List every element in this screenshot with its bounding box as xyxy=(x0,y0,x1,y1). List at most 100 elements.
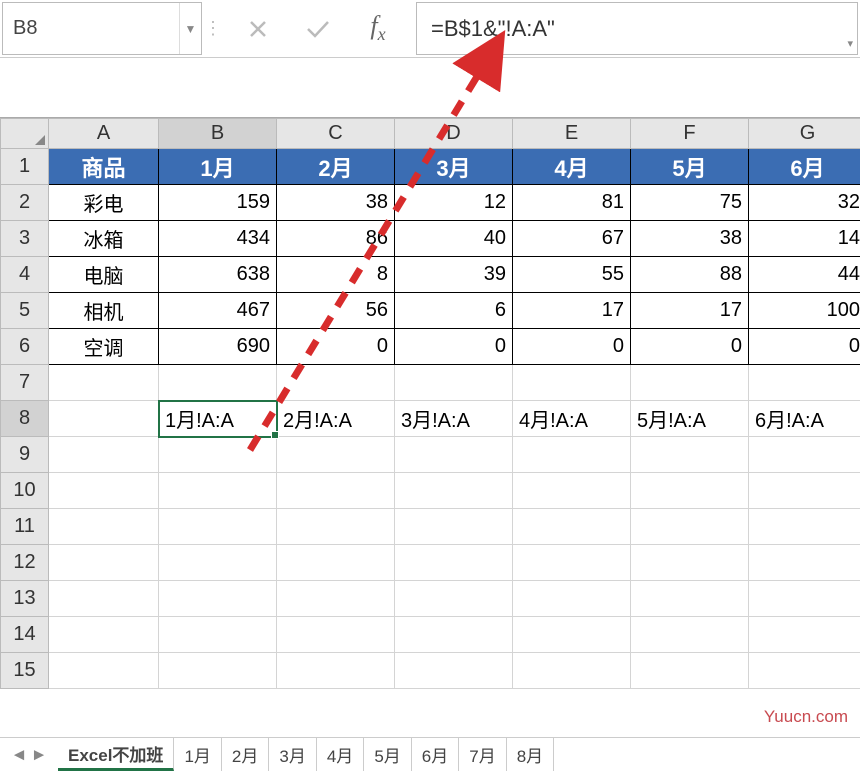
empty-cell[interactable] xyxy=(513,617,631,653)
empty-cell[interactable] xyxy=(513,653,631,689)
empty-cell[interactable] xyxy=(749,473,860,509)
row-header-3[interactable]: 3 xyxy=(1,221,49,257)
empty-cell[interactable] xyxy=(49,545,159,581)
data-cell[interactable]: 12 xyxy=(395,185,513,221)
sheet-tab[interactable]: 3月 xyxy=(269,738,316,771)
data-cell-label[interactable]: 空调 xyxy=(49,329,159,365)
empty-cell[interactable] xyxy=(631,509,749,545)
data-cell[interactable]: 55 xyxy=(513,257,631,293)
cancel-formula-button[interactable] xyxy=(228,0,288,57)
header-cell[interactable]: 1月 xyxy=(159,149,277,185)
empty-cell[interactable] xyxy=(49,509,159,545)
data-cell[interactable]: 17 xyxy=(513,293,631,329)
data-cell[interactable]: 434 xyxy=(159,221,277,257)
sheet-tab-nav[interactable]: ◄ ► xyxy=(0,738,58,771)
col-header-G[interactable]: G xyxy=(749,119,860,149)
empty-cell[interactable] xyxy=(49,473,159,509)
empty-cell[interactable] xyxy=(395,509,513,545)
data-cell-label[interactable]: 电脑 xyxy=(49,257,159,293)
row-header-13[interactable]: 13 xyxy=(1,581,49,617)
data-cell[interactable]: 8 xyxy=(277,257,395,293)
empty-cell[interactable] xyxy=(631,437,749,473)
empty-cell[interactable] xyxy=(49,581,159,617)
empty-cell[interactable] xyxy=(749,653,860,689)
empty-cell[interactable] xyxy=(631,365,749,401)
data-cell-label[interactable]: 冰箱 xyxy=(49,221,159,257)
sheet-tab[interactable]: 8月 xyxy=(507,738,554,771)
row-header-4[interactable]: 4 xyxy=(1,257,49,293)
name-box-dropdown-icon[interactable]: ▼ xyxy=(179,3,201,54)
empty-cell[interactable] xyxy=(49,401,159,437)
row-header-12[interactable]: 12 xyxy=(1,545,49,581)
sheet-tab[interactable]: 4月 xyxy=(317,738,364,771)
row-header-10[interactable]: 10 xyxy=(1,473,49,509)
empty-cell[interactable] xyxy=(513,473,631,509)
empty-cell[interactable] xyxy=(277,365,395,401)
empty-cell[interactable] xyxy=(49,653,159,689)
empty-cell[interactable] xyxy=(395,545,513,581)
empty-cell[interactable] xyxy=(159,365,277,401)
sheet-tab[interactable]: 1月 xyxy=(174,738,221,771)
row-header-7[interactable]: 7 xyxy=(1,365,49,401)
data-cell[interactable]: 0 xyxy=(749,329,860,365)
empty-cell[interactable] xyxy=(749,509,860,545)
formula-result-cell[interactable]: 5月!A:A xyxy=(631,401,749,437)
data-cell[interactable]: 14 xyxy=(749,221,860,257)
select-all-corner[interactable] xyxy=(1,119,49,149)
data-cell[interactable]: 40 xyxy=(395,221,513,257)
empty-cell[interactable] xyxy=(49,617,159,653)
data-cell-label[interactable]: 相机 xyxy=(49,293,159,329)
data-cell-label[interactable]: 彩电 xyxy=(49,185,159,221)
sheet-tab[interactable]: 5月 xyxy=(364,738,411,771)
header-cell[interactable]: 4月 xyxy=(513,149,631,185)
insert-function-button[interactable]: fx xyxy=(348,0,408,57)
sheet-tab[interactable]: 6月 xyxy=(412,738,459,771)
row-header-11[interactable]: 11 xyxy=(1,509,49,545)
empty-cell[interactable] xyxy=(749,437,860,473)
data-cell[interactable]: 0 xyxy=(395,329,513,365)
empty-cell[interactable] xyxy=(277,509,395,545)
header-cell[interactable]: 商品 xyxy=(49,149,159,185)
data-cell[interactable]: 638 xyxy=(159,257,277,293)
data-cell[interactable]: 0 xyxy=(631,329,749,365)
empty-cell[interactable] xyxy=(49,437,159,473)
empty-cell[interactable] xyxy=(277,617,395,653)
empty-cell[interactable] xyxy=(395,581,513,617)
empty-cell[interactable] xyxy=(749,545,860,581)
data-cell[interactable]: 467 xyxy=(159,293,277,329)
empty-cell[interactable] xyxy=(159,437,277,473)
empty-cell[interactable] xyxy=(159,473,277,509)
empty-cell[interactable] xyxy=(277,473,395,509)
empty-cell[interactable] xyxy=(395,437,513,473)
data-cell[interactable]: 6 xyxy=(395,293,513,329)
row-header-5[interactable]: 5 xyxy=(1,293,49,329)
header-cell[interactable]: 5月 xyxy=(631,149,749,185)
empty-cell[interactable] xyxy=(159,509,277,545)
empty-cell[interactable] xyxy=(749,365,860,401)
empty-cell[interactable] xyxy=(395,617,513,653)
empty-cell[interactable] xyxy=(159,653,277,689)
data-cell[interactable]: 690 xyxy=(159,329,277,365)
col-header-B[interactable]: B xyxy=(159,119,277,149)
empty-cell[interactable] xyxy=(513,581,631,617)
formula-result-cell[interactable]: 6月!A:A xyxy=(749,401,860,437)
data-cell[interactable]: 159 xyxy=(159,185,277,221)
empty-cell[interactable] xyxy=(277,545,395,581)
name-box[interactable]: B8 ▼ xyxy=(2,2,202,55)
sheet-tab[interactable]: Excel不加班 xyxy=(58,738,174,771)
data-cell[interactable]: 32 xyxy=(749,185,860,221)
tab-nav-next-icon[interactable]: ► xyxy=(30,745,48,765)
data-cell[interactable]: 81 xyxy=(513,185,631,221)
empty-cell[interactable] xyxy=(513,545,631,581)
data-cell[interactable]: 38 xyxy=(631,221,749,257)
data-cell[interactable]: 88 xyxy=(631,257,749,293)
col-header-D[interactable]: D xyxy=(395,119,513,149)
tab-nav-prev-icon[interactable]: ◄ xyxy=(10,745,28,765)
empty-cell[interactable] xyxy=(749,581,860,617)
data-cell[interactable]: 56 xyxy=(277,293,395,329)
row-header-9[interactable]: 9 xyxy=(1,437,49,473)
formula-expand-icon[interactable]: ▾ xyxy=(847,37,853,50)
empty-cell[interactable] xyxy=(159,581,277,617)
row-header-8[interactable]: 8 xyxy=(1,401,49,437)
empty-cell[interactable] xyxy=(631,617,749,653)
